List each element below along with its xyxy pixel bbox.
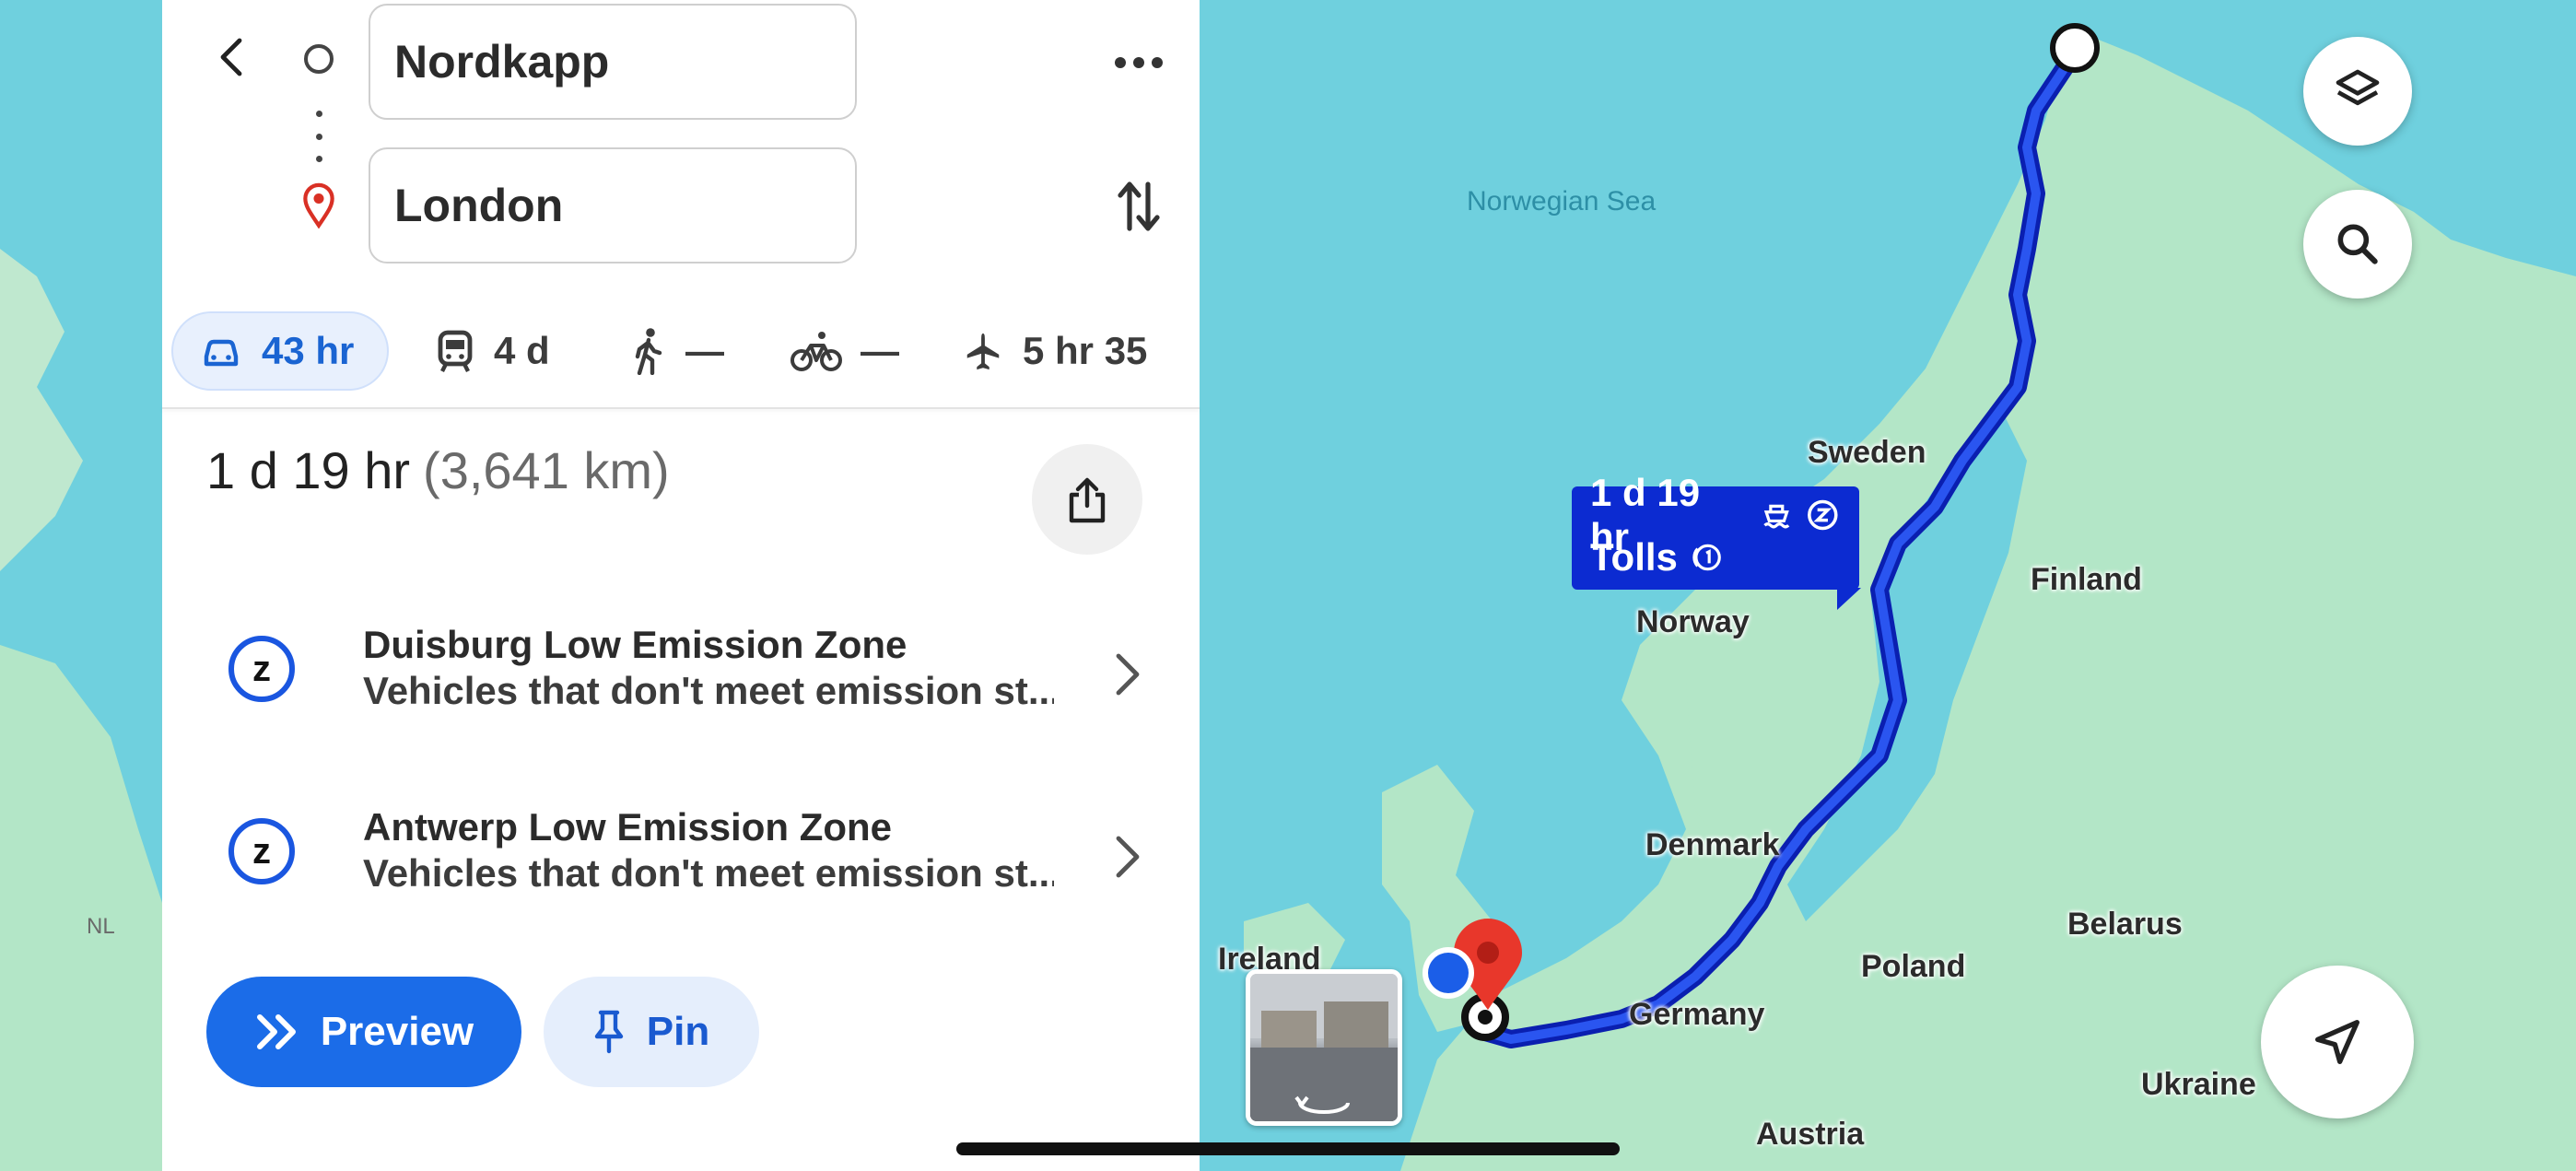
map-label-belarus: Belarus	[2067, 907, 2183, 942]
route-summary: 1 d 19 hr (3,641 km)	[206, 440, 670, 500]
map-label-sweden: Sweden	[1808, 435, 1926, 470]
toll-icon	[1692, 544, 1721, 571]
ferry-icon	[1763, 504, 1790, 529]
share-button[interactable]	[1032, 444, 1142, 555]
navigation-arrow-icon	[2315, 1020, 2359, 1064]
map-label-finland: Finland	[2031, 562, 2142, 597]
origin-marker[interactable]	[2050, 23, 2100, 73]
back-arrow-icon	[220, 38, 242, 76]
more-horizontal-icon	[1115, 57, 1163, 68]
chevron-right-icon	[1116, 836, 1140, 878]
layers-icon	[2336, 69, 2380, 106]
route-duration: 1 d 19 hr	[206, 441, 411, 499]
route-callout[interactable]: 1 d 19 hr Tolls	[1572, 471, 1861, 610]
layers-button[interactable]	[2303, 37, 2412, 146]
directions-panel: Nordkapp London 43 hr 4 d — — 5 hr 35 1 …	[162, 0, 1200, 1171]
map-label-norway: Norway	[1636, 604, 1750, 639]
route-distance: (3,641 km)	[423, 441, 670, 499]
tab-flights-label: 5 hr 35	[1023, 329, 1148, 372]
zone-description: Vehicles that don't meet emission st...	[363, 669, 1054, 712]
zone-title: Duisburg Low Emission Zone	[363, 623, 907, 666]
zone-description: Vehicles that don't meet emission st...	[363, 851, 1054, 895]
zone-title: Antwerp Low Emission Zone	[363, 805, 893, 849]
tab-driving-label: 43 hr	[262, 329, 355, 372]
tab-cycling[interactable]: —	[790, 311, 899, 391]
swap-locations-button[interactable]	[1106, 173, 1172, 240]
bike-icon	[790, 332, 842, 371]
route-connector-dots	[315, 111, 322, 162]
pin-label: Pin	[646, 1009, 710, 1054]
more-options-button[interactable]	[1106, 29, 1172, 96]
map-label-ukraine: Ukraine	[2141, 1067, 2256, 1102]
map-label-denmark: Denmark	[1645, 827, 1780, 862]
home-indicator[interactable]	[956, 1142, 1620, 1155]
train-icon	[438, 330, 473, 372]
car-icon	[204, 339, 239, 367]
low-emission-zone-icon	[1808, 499, 1838, 531]
navigate-button[interactable]	[2261, 966, 2414, 1118]
swap-arrows-icon	[1118, 182, 1160, 231]
tab-walking-label: —	[685, 329, 724, 372]
map-label-nl: NL	[87, 914, 115, 939]
list-item[interactable]: z Duisburg Low Emission Zone Vehicles th…	[162, 614, 1200, 743]
plane-icon	[966, 333, 1000, 370]
list-item[interactable]: z Antwerp Low Emission Zone Vehicles tha…	[162, 796, 1200, 925]
street-view-thumbnail[interactable]	[1246, 969, 1402, 1126]
tab-walking[interactable]: —	[630, 311, 724, 391]
share-icon	[1069, 477, 1106, 523]
tab-flights[interactable]: 5 hr 35	[962, 311, 1147, 391]
tab-transit-label: 4 d	[494, 329, 550, 372]
map-label-poland: Poland	[1861, 949, 1966, 984]
pin-icon	[594, 1010, 623, 1054]
back-button[interactable]	[199, 24, 265, 90]
divider	[162, 407, 1200, 409]
chevron-right-icon	[1116, 653, 1140, 696]
preview-label: Preview	[320, 1009, 474, 1054]
map-label-germany: Germany	[1629, 997, 1765, 1032]
low-emission-zone-icon: z	[228, 636, 295, 702]
destination-input[interactable]: London	[369, 147, 857, 263]
pin-button[interactable]: Pin	[544, 977, 759, 1087]
destination-pin-icon	[303, 182, 334, 228]
callout-tolls: Tolls	[1590, 535, 1678, 579]
search-icon	[2337, 224, 2378, 264]
map-label-austria: Austria	[1756, 1117, 1865, 1152]
tab-cycling-label: —	[861, 329, 899, 372]
low-emission-zone-icon: z	[228, 818, 295, 884]
double-chevron-icon	[256, 1014, 296, 1049]
map-label-norwegian-sea: Norwegian Sea	[1467, 186, 1657, 217]
origin-input[interactable]: Nordkapp	[369, 4, 857, 120]
origin-circle-icon	[304, 44, 334, 74]
tab-driving[interactable]: 43 hr	[171, 311, 389, 391]
search-button[interactable]	[2303, 190, 2412, 299]
tab-transit[interactable]: 4 d	[435, 311, 550, 391]
travel-mode-tabs: 43 hr 4 d — — 5 hr 35	[162, 302, 1200, 404]
preview-button[interactable]: Preview	[206, 977, 521, 1087]
walk-icon	[635, 328, 662, 375]
